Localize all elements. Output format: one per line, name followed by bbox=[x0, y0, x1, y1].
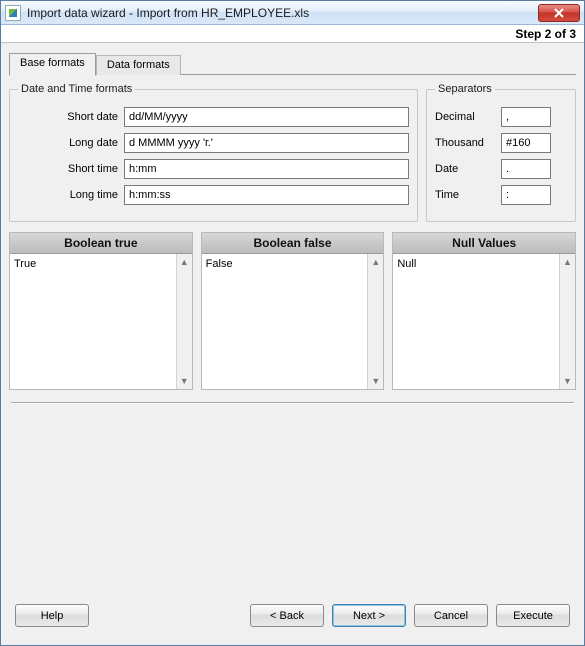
list-item[interactable]: False bbox=[206, 257, 364, 271]
boolean-false-list[interactable]: Boolean false False ▲ ▼ bbox=[201, 232, 385, 390]
label-short-time: Short time bbox=[18, 163, 118, 175]
scroll-up-icon[interactable]: ▲ bbox=[177, 254, 191, 270]
label-thousand: Thousand bbox=[435, 137, 495, 149]
label-long-date: Long date bbox=[18, 137, 118, 149]
scroll-down-icon[interactable]: ▼ bbox=[561, 373, 575, 389]
step-label: Step 2 of 3 bbox=[515, 27, 576, 41]
wizard-window: Import data wizard - Import from HR_EMPL… bbox=[0, 0, 585, 646]
tab-label: Base formats bbox=[20, 57, 85, 69]
row-date-sep: Date bbox=[435, 159, 567, 179]
scroll-up-icon[interactable]: ▲ bbox=[369, 254, 383, 270]
list-item[interactable]: Null bbox=[397, 257, 555, 271]
list-body: Null ▲ ▼ bbox=[393, 254, 575, 389]
row-thousand: Thousand bbox=[435, 133, 567, 153]
list-header: Null Values bbox=[393, 233, 575, 254]
client-area: Base formats Data formats Date and Time … bbox=[1, 43, 584, 645]
list-content[interactable]: Null bbox=[393, 254, 559, 389]
label-long-time: Long time bbox=[18, 189, 118, 201]
row-time-sep: Time bbox=[435, 185, 567, 205]
list-content[interactable]: False bbox=[202, 254, 368, 389]
input-thousand[interactable] bbox=[501, 133, 551, 153]
label-date-sep: Date bbox=[435, 163, 495, 175]
boolean-true-list[interactable]: Boolean true True ▲ ▼ bbox=[9, 232, 193, 390]
datetime-formats-group: Date and Time formats Short date Long da… bbox=[9, 83, 418, 222]
list-header: Boolean true bbox=[10, 233, 192, 254]
close-button[interactable] bbox=[538, 4, 580, 22]
row-long-date: Long date bbox=[18, 133, 409, 153]
tab-data-formats[interactable]: Data formats bbox=[96, 55, 181, 75]
input-long-time[interactable] bbox=[124, 185, 409, 205]
row-short-date: Short date bbox=[18, 107, 409, 127]
close-icon bbox=[554, 8, 564, 18]
list-body: False ▲ ▼ bbox=[202, 254, 384, 389]
tab-strip: Base formats Data formats bbox=[9, 53, 576, 75]
group-legend: Separators bbox=[435, 83, 495, 95]
input-time-sep[interactable] bbox=[501, 185, 551, 205]
scrollbar[interactable]: ▲ ▼ bbox=[559, 254, 575, 389]
list-header: Boolean false bbox=[202, 233, 384, 254]
back-button[interactable]: < Back bbox=[250, 604, 324, 627]
titlebar: Import data wizard - Import from HR_EMPL… bbox=[1, 1, 584, 25]
execute-button[interactable]: Execute bbox=[496, 604, 570, 627]
null-values-list[interactable]: Null Values Null ▲ ▼ bbox=[392, 232, 576, 390]
group-legend: Date and Time formats bbox=[18, 83, 135, 95]
next-button[interactable]: Next > bbox=[332, 604, 406, 627]
row-long-time: Long time bbox=[18, 185, 409, 205]
scrollbar[interactable]: ▲ ▼ bbox=[176, 254, 192, 389]
input-date-sep[interactable] bbox=[501, 159, 551, 179]
input-decimal[interactable] bbox=[501, 107, 551, 127]
scroll-up-icon[interactable]: ▲ bbox=[561, 254, 575, 270]
tab-base-formats[interactable]: Base formats bbox=[9, 53, 96, 76]
wizard-footer: Help < Back Next > Cancel Execute bbox=[9, 596, 576, 637]
row-decimal: Decimal bbox=[435, 107, 567, 127]
list-body: True ▲ ▼ bbox=[10, 254, 192, 389]
lists-row: Boolean true True ▲ ▼ Boolean false Fals… bbox=[9, 232, 576, 390]
input-short-time[interactable] bbox=[124, 159, 409, 179]
tab-label: Data formats bbox=[107, 59, 170, 71]
scroll-down-icon[interactable]: ▼ bbox=[177, 373, 191, 389]
row-short-time: Short time bbox=[18, 159, 409, 179]
label-short-date: Short date bbox=[18, 111, 118, 123]
empty-area bbox=[9, 404, 576, 596]
input-short-date[interactable] bbox=[124, 107, 409, 127]
step-indicator: Step 2 of 3 bbox=[1, 25, 584, 43]
list-item[interactable]: True bbox=[14, 257, 172, 271]
label-time-sep: Time bbox=[435, 189, 495, 201]
window-title: Import data wizard - Import from HR_EMPL… bbox=[27, 6, 538, 20]
scroll-down-icon[interactable]: ▼ bbox=[369, 373, 383, 389]
help-button[interactable]: Help bbox=[15, 604, 89, 627]
separators-group: Separators Decimal Thousand Date Time bbox=[426, 83, 576, 222]
list-content[interactable]: True bbox=[10, 254, 176, 389]
app-icon bbox=[5, 5, 21, 21]
scrollbar[interactable]: ▲ ▼ bbox=[367, 254, 383, 389]
label-decimal: Decimal bbox=[435, 111, 495, 123]
top-groups: Date and Time formats Short date Long da… bbox=[9, 83, 576, 222]
input-long-date[interactable] bbox=[124, 133, 409, 153]
cancel-button[interactable]: Cancel bbox=[414, 604, 488, 627]
